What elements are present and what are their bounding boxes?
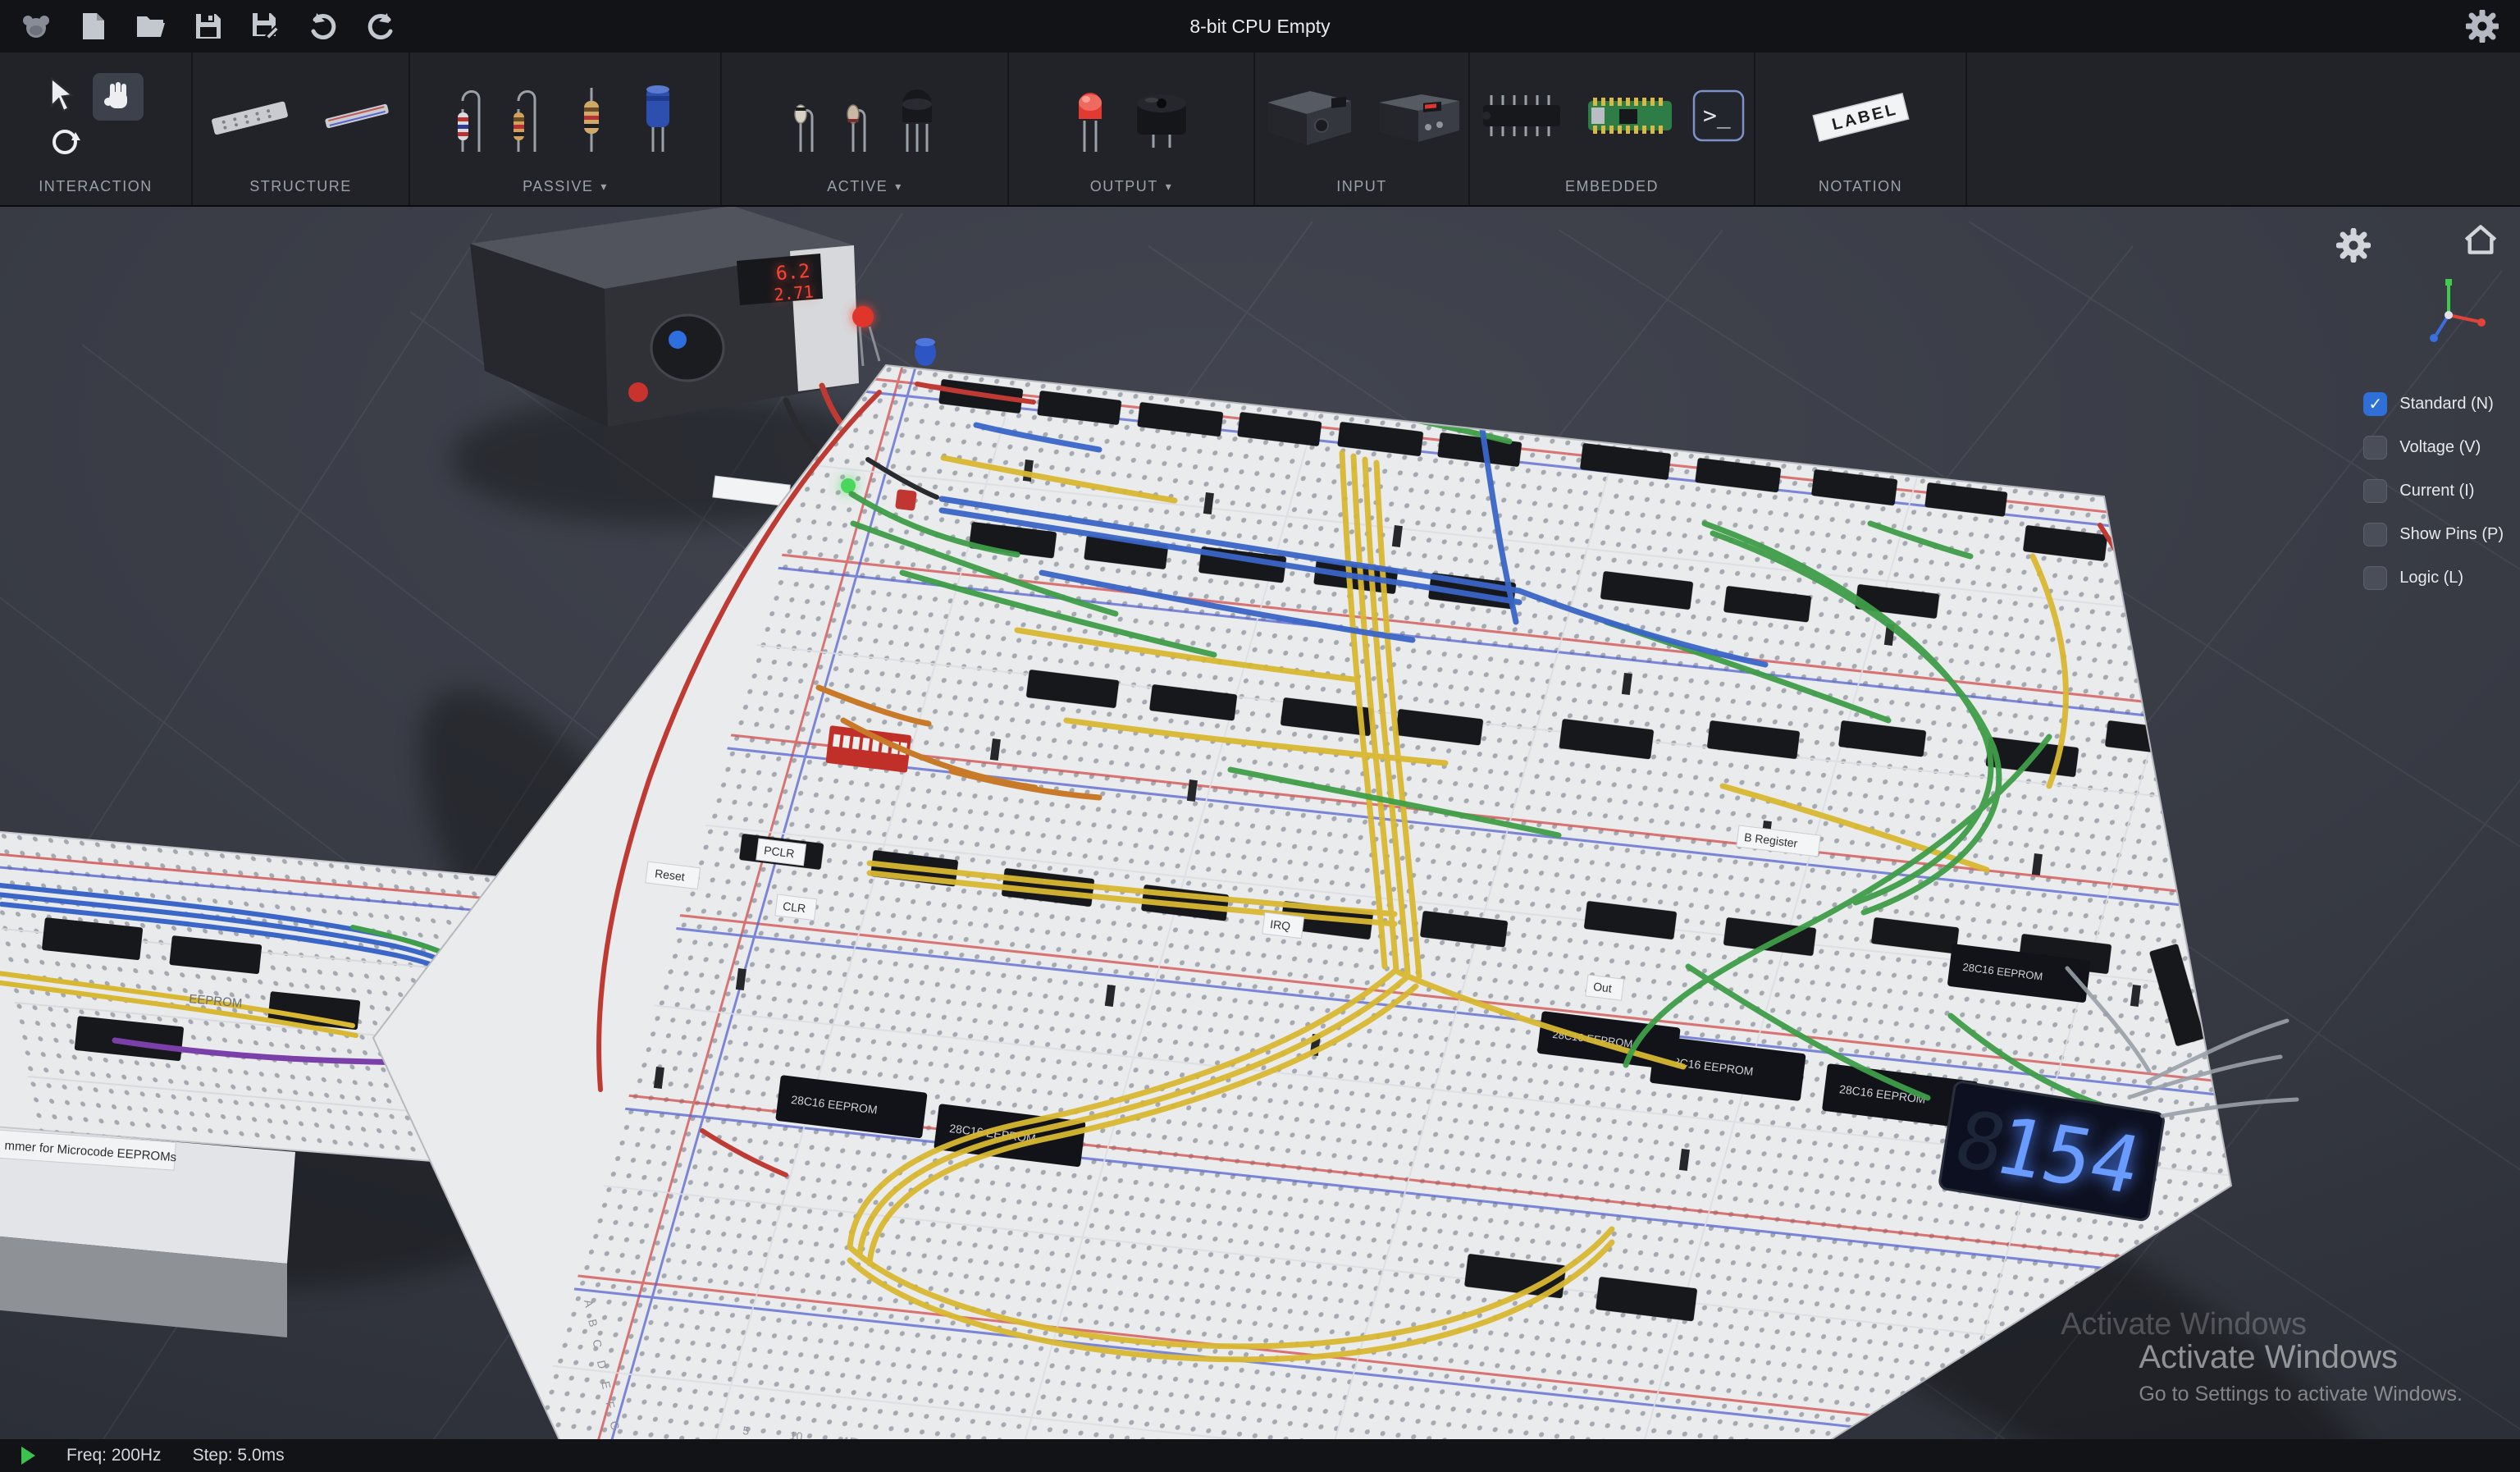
rail-strip-icon[interactable]: [322, 91, 395, 144]
section-label-passive[interactable]: PASSIVE▾: [523, 178, 608, 195]
svg-text:IRQ: IRQ: [1269, 917, 1291, 933]
title-bar: 8-bit CPU Empty: [0, 0, 2520, 53]
settings-gear-icon[interactable]: [2466, 10, 2499, 43]
svg-text:Out: Out: [1592, 980, 1612, 995]
led-icon[interactable]: [1068, 76, 1112, 159]
resistor-axial-icon[interactable]: [563, 76, 620, 159]
play-button[interactable]: [21, 1447, 35, 1465]
new-file-icon[interactable]: [77, 10, 110, 43]
svg-text:CLR: CLR: [782, 899, 806, 915]
diode-icon[interactable]: [788, 76, 824, 159]
checkbox-logic[interactable]: Logic (L): [2363, 566, 2463, 590]
checkbox-box[interactable]: [2363, 566, 2387, 590]
viewport-settings-gear-icon[interactable]: [2336, 228, 2371, 267]
capacitor-icon[interactable]: [637, 76, 679, 159]
terminal-icon[interactable]: >_: [1691, 89, 1746, 147]
green-led[interactable]: [841, 478, 856, 493]
resistor-bent-icon-2[interactable]: [507, 76, 546, 159]
dropdown-caret-icon: ▾: [1166, 180, 1173, 194]
checkbox-current[interactable]: Current (I): [2363, 479, 2474, 503]
layers-panel: Standard (N) Voltage (V) Current (I) Sho…: [2363, 392, 2504, 590]
toolbar-section-interaction: INTERACTION: [0, 53, 193, 205]
app-logo-icon: [20, 10, 52, 43]
dip-ic-icon[interactable]: [1478, 87, 1568, 149]
component-toolbar: INTERACTION STRUCTURE: [0, 53, 2520, 207]
section-label-notation: NOTATION: [1819, 178, 1902, 195]
psu-knob[interactable]: [651, 315, 724, 381]
dropdown-caret-icon: ▾: [600, 180, 608, 194]
psu-button[interactable]: [628, 382, 648, 402]
psu-current-readout: 2.71: [774, 281, 815, 304]
toolbar-section-structure: STRUCTURE: [193, 53, 410, 205]
bench-supply-icon[interactable]: [1374, 83, 1464, 153]
checkbox-box[interactable]: [2363, 436, 2387, 459]
toolbar-section-embedded: >_ EMBEDDED: [1470, 53, 1755, 205]
checkbox-label: Show Pins (P): [2399, 525, 2504, 544]
cursor-tool[interactable]: [48, 77, 76, 117]
rotate-tool[interactable]: [48, 126, 81, 162]
orientation-gizmo[interactable]: [2412, 276, 2486, 354]
diode-icon-2[interactable]: [840, 76, 876, 159]
hand-tool[interactable]: [93, 73, 144, 121]
toolbar-section-output: OUTPUT▾: [1009, 53, 1255, 205]
open-folder-icon[interactable]: [135, 10, 167, 43]
section-label-active[interactable]: ACTIVE▾: [827, 178, 902, 195]
checkbox-label: Standard (N): [2399, 395, 2494, 414]
resistor-bent-icon[interactable]: [451, 76, 491, 159]
section-label-structure: STRUCTURE: [249, 178, 352, 195]
status-bar: Freq: 200Hz Step: 5.0ms: [0, 1439, 2520, 1472]
toolbar-filler: [1967, 53, 2520, 205]
dropdown-caret-icon: ▾: [895, 180, 902, 194]
viewport[interactable]: EEPROM mmer for Microcode EEPROMs 6.2 2.…: [0, 205, 2520, 1439]
power-supply-icon[interactable]: [1259, 81, 1358, 154]
scene-canvas[interactable]: EEPROM mmer for Microcode EEPROMs 6.2 2.…: [0, 205, 2520, 1439]
section-label-embedded: EMBEDDED: [1565, 178, 1659, 195]
checkbox-standard[interactable]: Standard (N): [2363, 392, 2494, 416]
svg-text:>_: >_: [1703, 102, 1731, 130]
toolbar-section-passive: PASSIVE▾: [410, 53, 722, 205]
toolbar-section-notation: LABEL NOTATION: [1755, 53, 1967, 205]
step-readout: Step: 5.0ms: [193, 1446, 285, 1465]
red-led[interactable]: [852, 306, 874, 327]
checkbox-label: Voltage (V): [2399, 438, 2481, 457]
checkbox-box[interactable]: [2363, 479, 2387, 503]
checkbox-voltage[interactable]: Voltage (V): [2363, 436, 2481, 459]
redo-icon[interactable]: [364, 10, 397, 43]
save-as-icon[interactable]: [249, 10, 282, 43]
psu-voltage-readout: 6.2: [775, 261, 811, 286]
microcontroller-icon[interactable]: [1585, 89, 1675, 146]
frequency-readout: Freq: 200Hz: [66, 1446, 162, 1465]
breadboard-strip-icon[interactable]: [207, 87, 305, 149]
section-label-interaction: INTERACTION: [39, 178, 153, 195]
toolbar-section-active: ACTIVE▾: [722, 53, 1009, 205]
toolbar-section-input: INPUT: [1255, 53, 1470, 205]
checkbox-box[interactable]: [2363, 523, 2387, 546]
section-label-input: INPUT: [1336, 178, 1387, 195]
label-tag-icon[interactable]: LABEL: [1803, 83, 1918, 153]
section-label-output[interactable]: OUTPUT▾: [1090, 178, 1173, 195]
app-window: 8-bit CPU Empty: [0, 0, 2520, 1472]
transistor-icon[interactable]: [892, 76, 942, 159]
save-icon[interactable]: [192, 10, 225, 43]
checkbox-show-pins[interactable]: Show Pins (P): [2363, 523, 2504, 546]
checkbox-label: Logic (L): [2399, 569, 2463, 587]
undo-icon[interactable]: [307, 10, 340, 43]
home-icon[interactable]: [2464, 225, 2497, 258]
buzzer-icon[interactable]: [1129, 80, 1194, 155]
checkbox-box[interactable]: [2363, 392, 2387, 416]
checkbox-label: Current (I): [2399, 482, 2474, 501]
